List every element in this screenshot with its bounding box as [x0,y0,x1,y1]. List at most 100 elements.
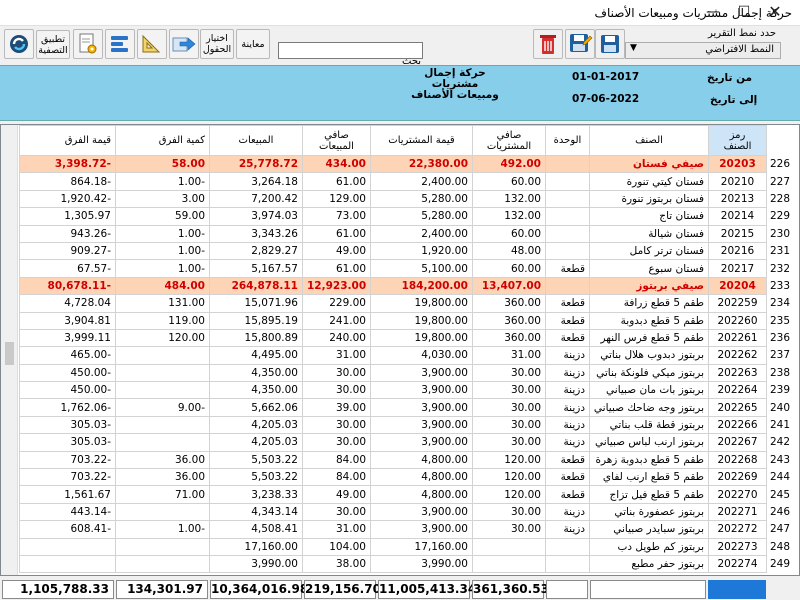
cell-sales[interactable]: 4,343.14 [209,502,303,522]
cell-sales[interactable]: 3,974.03 [209,207,303,226]
cell-unit[interactable]: قطعة [545,450,590,470]
cell-row-number[interactable]: 239 [766,381,799,400]
delete-button[interactable] [533,29,563,59]
maximize-button[interactable]: ☐ [729,0,759,26]
cell-net-purchases[interactable]: 30.00 [472,415,546,435]
cell-net-purchases[interactable]: 132.00 [472,207,546,226]
cell-sales[interactable]: 5,503.22 [209,468,303,487]
cell-code[interactable]: 20215 [708,224,767,243]
cell-unit[interactable] [545,224,590,243]
cell-net-purchases[interactable]: 60.00 [472,259,546,278]
cell-net-sales[interactable]: 61.00 [302,172,371,191]
cell-net-sales[interactable]: 84.00 [302,450,371,470]
cell-diff-qty[interactable] [115,554,210,574]
cell-row-number[interactable]: 231 [766,241,799,261]
cell-code[interactable]: 202265 [708,398,767,417]
cell-unit[interactable] [545,154,590,174]
cell-row-number[interactable]: 240 [766,398,799,417]
cell-net-sales[interactable]: 104.00 [302,537,371,556]
cell-net-sales[interactable]: 39.00 [302,398,371,417]
cell-net-purchases[interactable]: 360.00 [472,311,546,330]
cell-sales[interactable]: 7,200.42 [209,189,303,209]
cell-net-sales[interactable]: 30.00 [302,415,371,435]
design-button[interactable] [137,29,167,59]
cell-diff-value[interactable]: 1,762.06- [19,398,116,417]
preview-button[interactable]: معاينة [236,29,270,59]
col-sales[interactable]: المبيعات [209,125,303,156]
cell-code[interactable]: 202273 [708,537,767,556]
cell-diff-value[interactable]: 703.22- [19,450,116,470]
report-style-select[interactable]: النمط الافتراضي ▼ [625,42,781,59]
cell-code[interactable]: 202259 [708,294,767,313]
cell-net-purchases[interactable]: 30.00 [472,398,546,417]
cell-sales[interactable]: 5,167.57 [209,259,303,278]
cell-net-sales[interactable]: 49.00 [302,485,371,504]
cell-unit[interactable]: دزينة [545,433,590,452]
table-row[interactable]: 67.57- 1.00- 5,167.57 61.00 5,100.00 60.00 قطع… [19,259,799,278]
cell-purchases-value[interactable]: 3,990.00 [370,554,473,574]
cell-net-sales[interactable]: 61.00 [302,224,371,243]
table-row[interactable]: 3,999.11 120.00 15,800.89 240.00 19,800.00 36… [19,328,799,348]
cell-net-purchases[interactable] [472,554,546,574]
cell-unit[interactable]: قطعة [545,468,590,487]
cell-sales[interactable]: 3,990.00 [209,554,303,574]
cell-sales[interactable]: 4,205.03 [209,433,303,452]
table-row[interactable]: 1,762.06- 9.00- 5,662.06 39.00 3,900.00 30.00… [19,398,799,417]
cell-item[interactable]: بربتوز وجه ضاحك صبياني [589,398,709,417]
cell-sales[interactable]: 3,343.26 [209,224,303,243]
cell-item[interactable]: صيفي بربتوز [589,276,709,296]
cell-diff-qty[interactable]: 36.00 [115,450,210,470]
cell-row-number[interactable]: 227 [766,172,799,191]
cell-row-number[interactable]: 244 [766,468,799,487]
cell-net-sales[interactable]: 30.00 [302,502,371,522]
cell-item[interactable]: فستان سبوع [589,259,709,278]
search-input[interactable] [278,42,423,59]
cell-sales[interactable]: 264,878.11 [209,276,303,296]
cell-item[interactable]: بربتوز ارنب لباس صبياني [589,433,709,452]
table-row[interactable]: 443.14- 4,343.14 30.00 3,900.00 30.00 دزينة بر… [19,502,799,522]
cell-code[interactable]: 202266 [708,415,767,435]
cell-diff-value[interactable]: 465.00- [19,346,116,365]
cell-sales[interactable]: 3,238.33 [209,485,303,504]
cell-net-sales[interactable]: 49.00 [302,241,371,261]
cell-diff-value[interactable]: 909.27- [19,241,116,261]
cell-purchases-value[interactable]: 19,800.00 [370,311,473,330]
cell-net-purchases[interactable]: 60.00 [472,224,546,243]
cell-unit[interactable]: دزينة [545,398,590,417]
cell-diff-value[interactable]: 608.41- [19,520,116,539]
table-row[interactable]: 80,678.11- 484.00 264,878.11 12,923.00 184,2… [19,276,799,296]
cell-code[interactable]: 20210 [708,172,767,191]
cell-code[interactable]: 202268 [708,450,767,470]
cell-net-purchases[interactable]: 120.00 [472,468,546,487]
table-row[interactable]: 4,728.04 131.00 15,071.96 229.00 19,800.00 36… [19,294,799,313]
cell-unit[interactable]: دزينة [545,346,590,365]
cell-purchases-value[interactable]: 19,800.00 [370,294,473,313]
cell-net-purchases[interactable]: 30.00 [472,502,546,522]
cell-item[interactable]: فستان شيالة [589,224,709,243]
vertical-scrollbar[interactable] [1,125,18,575]
cell-diff-value[interactable]: 305.03- [19,415,116,435]
cell-net-sales[interactable]: 30.00 [302,363,371,383]
cell-sales[interactable]: 4,350.00 [209,381,303,400]
cell-net-purchases[interactable]: 30.00 [472,381,546,400]
cell-unit[interactable] [545,172,590,191]
cell-net-purchases[interactable]: 120.00 [472,450,546,470]
cell-purchases-value[interactable]: 3,900.00 [370,381,473,400]
cell-net-purchases[interactable]: 31.00 [472,346,546,365]
cell-net-purchases[interactable]: 60.00 [472,172,546,191]
cell-diff-value[interactable]: 703.22- [19,468,116,487]
cell-net-sales[interactable]: 241.00 [302,311,371,330]
cell-diff-value[interactable]: 80,678.11- [19,276,116,296]
cell-diff-value[interactable]: 450.00- [19,363,116,383]
cell-diff-value[interactable] [19,554,116,574]
cell-item[interactable]: بربتوز قطة قلب بناتي [589,415,709,435]
cell-row-number[interactable]: 233 [766,276,799,296]
cell-item[interactable]: بربتوز عصفورة بناتي [589,502,709,522]
scrollbar-thumb[interactable] [5,342,14,365]
cell-unit[interactable] [545,276,590,296]
cell-unit[interactable]: دزينة [545,502,590,522]
cell-purchases-value[interactable]: 17,160.00 [370,537,473,556]
cell-diff-value[interactable]: 450.00- [19,381,116,400]
cell-purchases-value[interactable]: 5,280.00 [370,207,473,226]
cell-diff-value[interactable]: 4,728.04 [19,294,116,313]
